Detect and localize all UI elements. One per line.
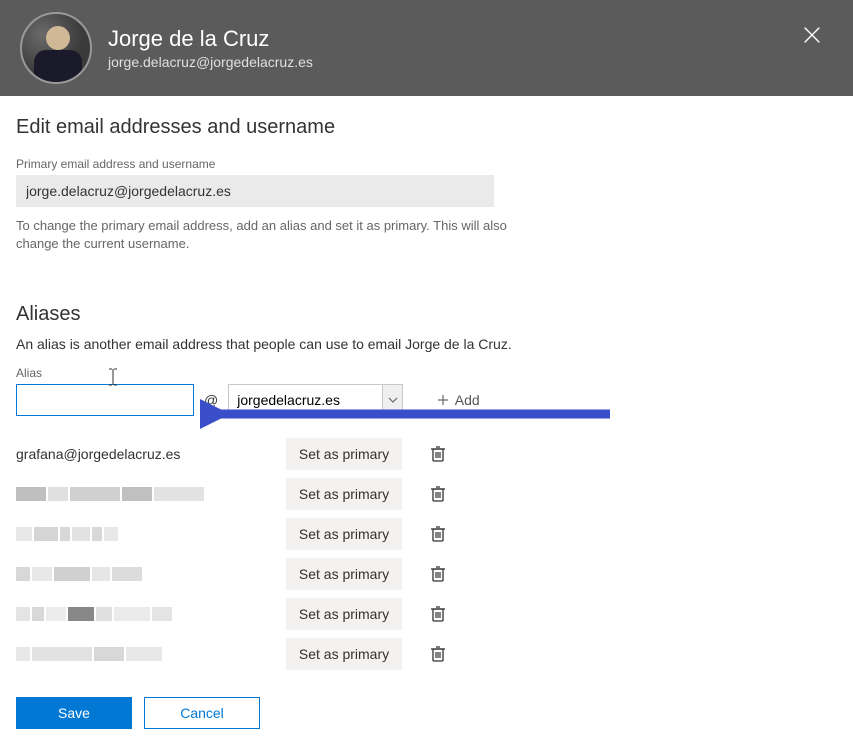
header: Jorge de la Cruz jorge.delacruz@jorgedel… [0, 0, 853, 96]
set-primary-button[interactable]: Set as primary [286, 478, 402, 510]
alias-item: grafana@jorgedelacruz.es Set as primary [16, 434, 837, 474]
set-primary-button[interactable]: Set as primary [286, 558, 402, 590]
alias-item: Set as primary [16, 554, 837, 594]
alias-email-redacted [16, 527, 286, 541]
avatar [20, 12, 92, 84]
delete-alias-button[interactable] [422, 438, 454, 470]
page-title: Edit email addresses and username [16, 116, 837, 139]
close-icon [801, 24, 823, 46]
domain-select[interactable]: jorgedelacruz.es [228, 384, 403, 416]
add-label: Add [455, 392, 480, 408]
set-primary-button[interactable]: Set as primary [286, 438, 402, 470]
delete-alias-button[interactable] [422, 558, 454, 590]
trash-icon [430, 605, 446, 623]
user-name: Jorge de la Cruz [108, 26, 313, 52]
trash-icon [430, 645, 446, 663]
alias-item: Set as primary [16, 474, 837, 514]
alias-email-redacted [16, 487, 286, 501]
domain-dropdown-button[interactable] [382, 385, 402, 415]
cancel-button[interactable]: Cancel [144, 697, 260, 729]
trash-icon [430, 485, 446, 503]
alias-input-label: Alias [16, 366, 837, 380]
set-primary-button[interactable]: Set as primary [286, 598, 402, 630]
primary-email-input [16, 175, 494, 207]
close-button[interactable] [801, 24, 825, 48]
primary-email-label: Primary email address and username [16, 157, 837, 171]
alias-email-redacted [16, 607, 286, 621]
alias-list: grafana@jorgedelacruz.es Set as primary [16, 434, 837, 674]
save-button[interactable]: Save [16, 697, 132, 729]
set-primary-button[interactable]: Set as primary [286, 638, 402, 670]
delete-alias-button[interactable] [422, 518, 454, 550]
alias-item: Set as primary [16, 634, 837, 674]
user-email: jorge.delacruz@jorgedelacruz.es [108, 54, 313, 70]
primary-help-text: To change the primary email address, add… [16, 217, 516, 253]
alias-email-redacted [16, 567, 286, 581]
chevron-down-icon [388, 397, 398, 403]
alias-input-row: @ jorgedelacruz.es Add [16, 384, 837, 416]
header-user-info: Jorge de la Cruz jorge.delacruz@jorgedel… [108, 26, 313, 70]
delete-alias-button[interactable] [422, 478, 454, 510]
alias-email: grafana@jorgedelacruz.es [16, 446, 286, 462]
plus-icon [437, 394, 449, 406]
alias-input[interactable] [16, 384, 194, 416]
trash-icon [430, 525, 446, 543]
alias-item: Set as primary [16, 594, 837, 634]
trash-icon [430, 565, 446, 583]
aliases-title: Aliases [16, 303, 837, 326]
delete-alias-button[interactable] [422, 598, 454, 630]
aliases-description: An alias is another email address that p… [16, 336, 837, 352]
footer: Save Cancel [16, 697, 260, 729]
at-symbol: @ [204, 392, 218, 408]
add-button[interactable]: Add [423, 384, 493, 416]
domain-select-value: jorgedelacruz.es [229, 392, 382, 408]
content: Edit email addresses and username Primar… [0, 96, 853, 694]
trash-icon [430, 445, 446, 463]
delete-alias-button[interactable] [422, 638, 454, 670]
alias-email-redacted [16, 647, 286, 661]
alias-item: Set as primary [16, 514, 837, 554]
set-primary-button[interactable]: Set as primary [286, 518, 402, 550]
